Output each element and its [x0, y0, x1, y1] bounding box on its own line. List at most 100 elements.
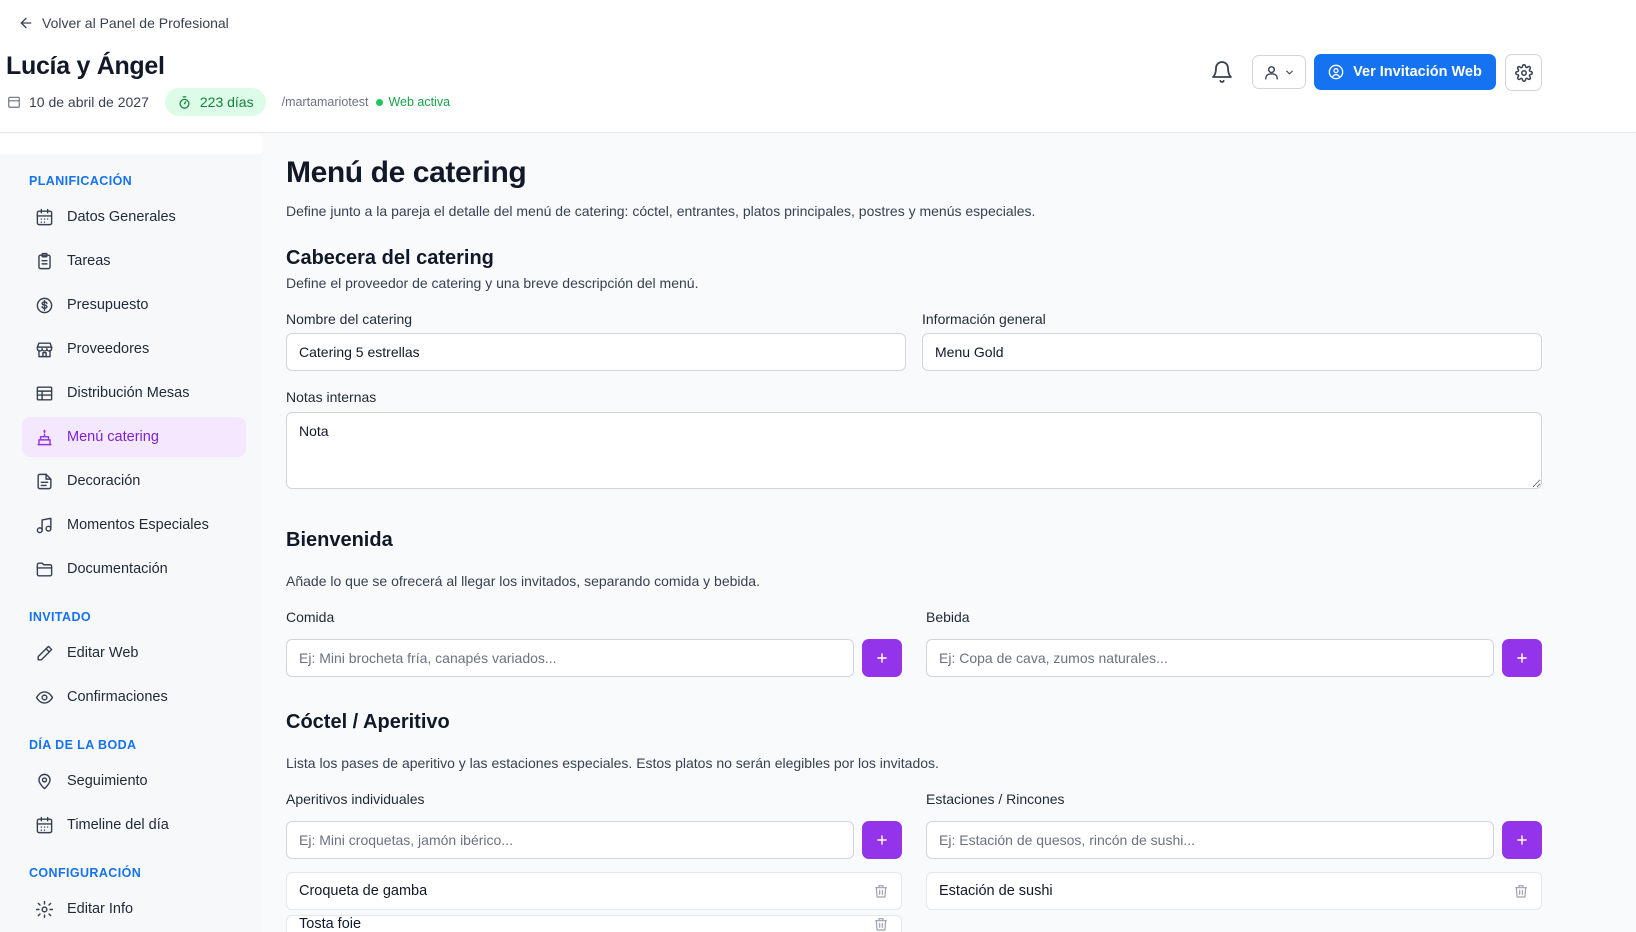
- sidebar-section-configuracion: CONFIGURACIÓN: [29, 866, 142, 880]
- sidebar-item-proveedores[interactable]: Proveedores: [22, 329, 246, 369]
- clipboard-icon: [38, 252, 51, 269]
- chevron-down-icon: [1286, 70, 1293, 74]
- add-station-button[interactable]: [1502, 821, 1542, 859]
- trash-icon[interactable]: [873, 916, 889, 932]
- back-link-label: Volver al Panel de Profesional: [42, 15, 229, 31]
- sidebar-item-label: Proveedores: [67, 341, 150, 357]
- sidebar-item-editar-web[interactable]: Editar Web: [22, 633, 246, 673]
- gear-icon: [35, 900, 54, 918]
- section-description-cabecera: Define el proveedor de catering y una br…: [286, 275, 699, 291]
- appetizers-label: Aperitivos individuales: [286, 791, 425, 807]
- sidebar-item-menu-catering[interactable]: Menú catering: [22, 417, 246, 457]
- sidebar-item-label: Confirmaciones: [67, 689, 168, 705]
- internal-notes-textarea[interactable]: Nota: [286, 412, 1542, 489]
- add-appetizer-button[interactable]: [862, 821, 902, 859]
- sidebar-item-presupuesto[interactable]: Presupuesto: [22, 285, 246, 325]
- page-title: Menú de catering: [286, 156, 527, 189]
- section-description-coctel: Lista los pases de aperitivo y las estac…: [286, 755, 939, 771]
- bell-icon[interactable]: [1210, 60, 1234, 84]
- web-status-text: Web activa: [388, 95, 451, 109]
- event-meta: 10 de abril de 2027 223 días /martamario…: [7, 88, 450, 116]
- sidebar-section-planificacion: PLANIFICACIÓN: [29, 174, 133, 188]
- sidebar-item-momentos-especiales[interactable]: Momentos Especiales: [22, 505, 246, 545]
- sidebar-item-decoracion[interactable]: Decoración: [22, 461, 246, 501]
- catering-name-label: Nombre del catering: [286, 311, 413, 327]
- cake-icon: [37, 429, 52, 445]
- sidebar-item-label: Editar Info: [67, 901, 134, 917]
- calendar-icon: [8, 96, 20, 108]
- web-status: Web activa: [376, 95, 450, 109]
- sidebar-item-label: Momentos Especiales: [67, 517, 209, 533]
- sidebar-item-seguimiento[interactable]: Seguimiento: [22, 761, 246, 801]
- top-header: Volver al Panel de Profesional Lucía y Á…: [0, 0, 1636, 133]
- timer-icon: [179, 95, 190, 109]
- file-icon: [37, 473, 52, 489]
- add-food-button[interactable]: [862, 639, 902, 677]
- sidebar-item-distribucion-mesas[interactable]: Distribución Mesas: [22, 373, 246, 413]
- folder-icon: [36, 561, 53, 577]
- food-label: Comida: [286, 609, 335, 625]
- appetizer-list-item: Croqueta de gamba: [286, 872, 902, 910]
- sidebar-item-label: Seguimiento: [67, 773, 148, 789]
- sidebar-item-label: Timeline del día: [67, 817, 169, 833]
- status-dot: [376, 98, 384, 106]
- trash-icon[interactable]: [873, 883, 889, 899]
- drink-input[interactable]: [926, 639, 1494, 677]
- appetizers-input[interactable]: [286, 821, 854, 859]
- drink-label: Bebida: [926, 609, 970, 625]
- sidebar-item-documentacion[interactable]: Documentación: [22, 549, 246, 589]
- user-circle-icon: [1328, 64, 1344, 80]
- add-drink-button[interactable]: [1502, 639, 1542, 677]
- sidebar-item-confirmaciones[interactable]: Confirmaciones: [22, 677, 246, 717]
- arrow-left-icon: [20, 17, 32, 29]
- internal-notes-label: Notas internas: [286, 389, 377, 405]
- plus-icon: [877, 653, 887, 663]
- appetizer-name: Croqueta de gamba: [299, 883, 428, 899]
- pencil-icon: [37, 645, 53, 661]
- sidebar-item-timeline-del-dia[interactable]: Timeline del día: [22, 805, 246, 845]
- section-title-coctel: Cóctel / Aperitivo: [286, 711, 450, 733]
- couple-name: Lucía y Ángel: [6, 52, 165, 80]
- sidebar-item-label: Presupuesto: [67, 297, 149, 313]
- user-icon: [1265, 65, 1278, 80]
- sidebar-item-label: Menú catering: [67, 429, 159, 445]
- sidebar-item-editar-info[interactable]: Editar Info: [22, 889, 246, 929]
- appetizer-list-item: Tosta foie: [286, 915, 902, 932]
- eye-icon: [35, 690, 54, 704]
- sidebar-item-datos-generales[interactable]: Datos Generales: [22, 197, 246, 237]
- general-info-label: Información general: [922, 311, 1046, 327]
- view-web-label: Ver Invitación Web: [1353, 64, 1482, 80]
- section-title-bienvenida: Bienvenida: [286, 529, 393, 551]
- sidebar-item-label: Tareas: [67, 253, 111, 269]
- section-description-bienvenida: Añade lo que se ofrecerá al llegar los i…: [286, 573, 760, 589]
- web-slug: /martamariotest: [281, 95, 369, 109]
- sidebar-item-label: Distribución Mesas: [67, 385, 190, 401]
- sidebar-item-label: Documentación: [67, 561, 168, 577]
- trash-icon[interactable]: [1513, 883, 1529, 899]
- stations-input[interactable]: [926, 821, 1494, 859]
- food-input[interactable]: [286, 639, 854, 677]
- section-title-cabecera: Cabecera del catering: [286, 247, 494, 269]
- general-info-input[interactable]: [922, 333, 1542, 371]
- appetizer-name: Tosta foie: [299, 916, 362, 932]
- map-pin-icon: [38, 773, 51, 789]
- view-web-invitation-button[interactable]: Ver Invitación Web: [1314, 54, 1496, 90]
- catering-name-input[interactable]: [286, 333, 906, 371]
- event-date: 10 de abril de 2027: [7, 94, 149, 110]
- days-left-text: 223 días: [199, 94, 254, 110]
- sidebar-item-tareas[interactable]: Tareas: [22, 241, 246, 281]
- sidebar-section-dia-de-la-boda: DÍA DE LA BODA: [29, 738, 137, 752]
- stations-label: Estaciones / Rincones: [926, 791, 1065, 807]
- sidebar-item-label: Datos Generales: [67, 209, 176, 225]
- settings-button[interactable]: [1505, 54, 1542, 91]
- back-to-panel-link[interactable]: Volver al Panel de Profesional: [18, 15, 229, 31]
- plus-icon: [1517, 653, 1527, 663]
- calendar-icon: [36, 208, 53, 225]
- station-list-item: Estación de sushi: [926, 872, 1542, 910]
- sidebar-item-label: Editar Web: [67, 645, 139, 661]
- music-icon: [36, 517, 52, 533]
- event-date-text: 10 de abril de 2027: [29, 94, 149, 110]
- sidebar-item-label: Decoración: [67, 473, 141, 489]
- user-menu-button[interactable]: [1252, 55, 1306, 89]
- gear-icon: [1514, 63, 1533, 82]
